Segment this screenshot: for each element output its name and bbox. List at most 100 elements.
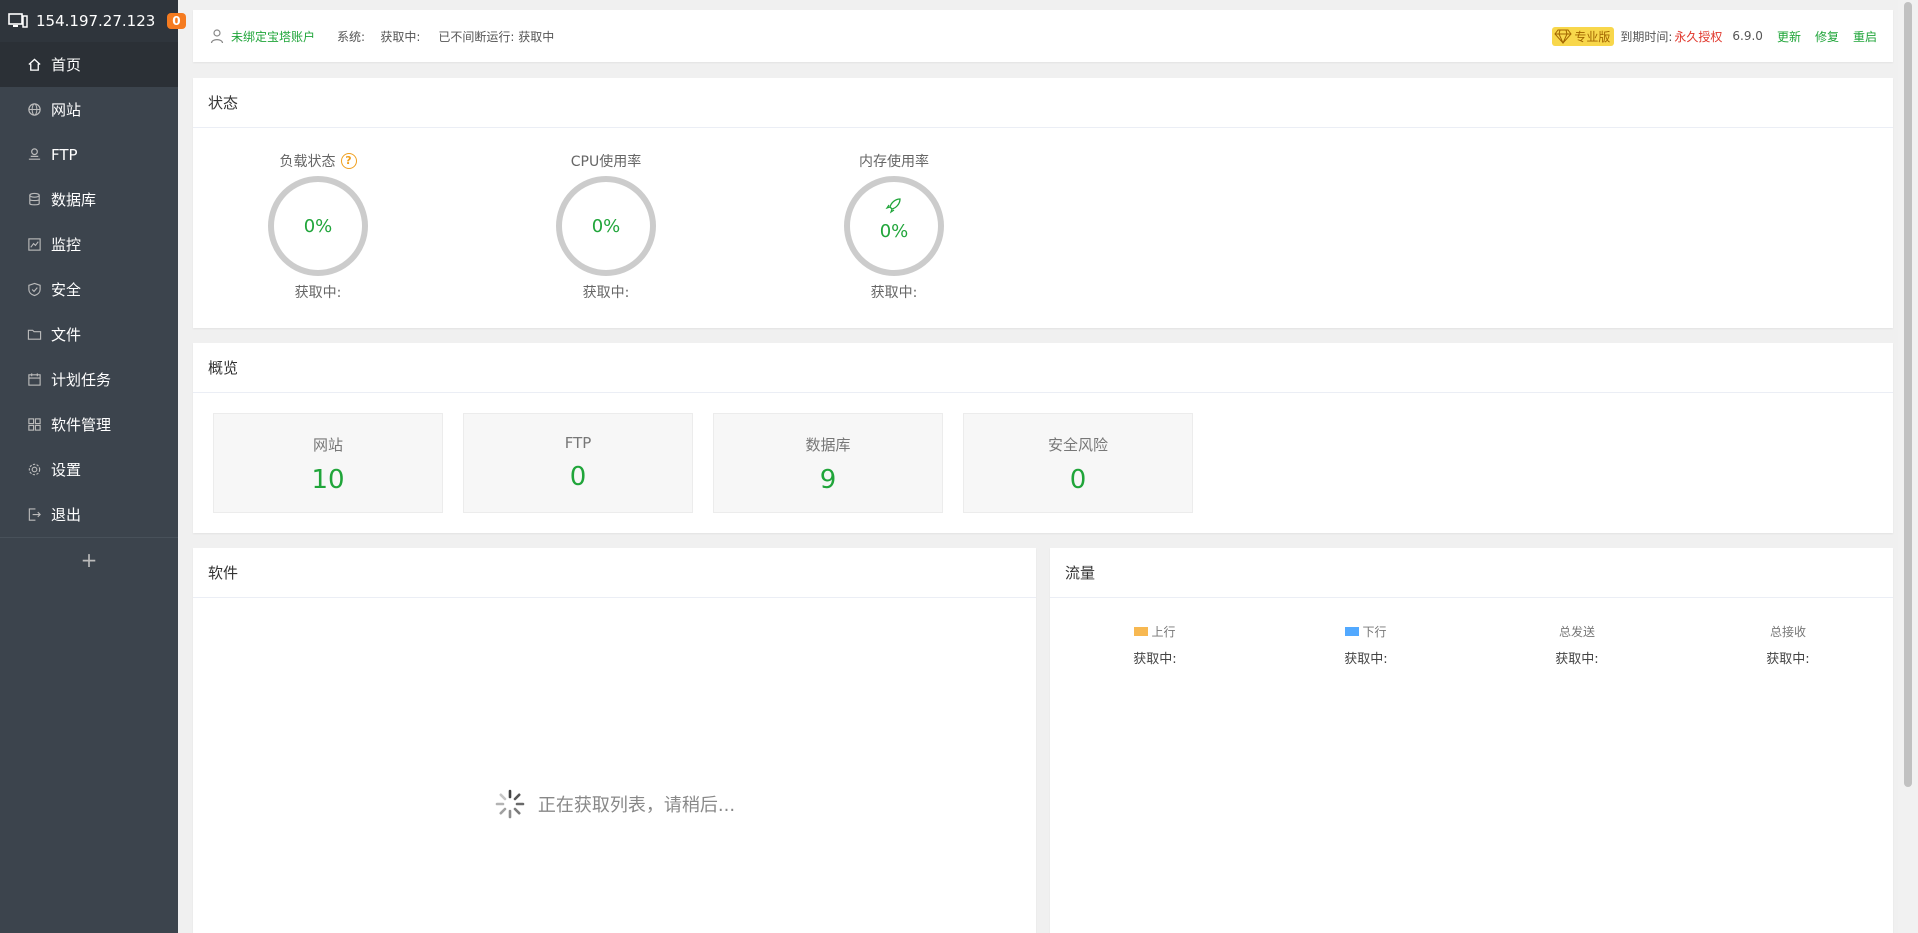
sidebar-item-logout[interactable]: 退出 bbox=[0, 492, 178, 537]
folder-icon bbox=[26, 327, 42, 343]
upload-value: 获取中: bbox=[1133, 652, 1177, 667]
card-value: 0 bbox=[569, 462, 587, 492]
gear-icon bbox=[26, 462, 42, 478]
cpu-ring: 0% bbox=[556, 176, 656, 276]
traffic-panel: 流量 上行 获取中: 下行 获取中: 总发送 获取中: 总接收 获取中: bbox=[1050, 548, 1893, 933]
load-label: 负载状态 bbox=[279, 154, 336, 170]
sidebar: 154.197.27.123 0 首页 网站 FTP 数据库 监控 安全 文件 … bbox=[0, 0, 186, 933]
traffic-title: 流量 bbox=[1050, 548, 1893, 598]
sidebar-item-label: 安全 bbox=[51, 281, 82, 299]
sidebar-item-label: 退出 bbox=[51, 506, 82, 524]
calendar-icon bbox=[26, 372, 42, 388]
card-label: 数据库 bbox=[805, 436, 851, 454]
sidebar-item-label: 软件管理 bbox=[51, 416, 112, 434]
pro-badge: 专业版 bbox=[1552, 26, 1615, 46]
card-label: 安全风险 bbox=[1047, 436, 1108, 454]
upload-swatch bbox=[1134, 627, 1149, 636]
sidebar-item-website[interactable]: 网站 bbox=[0, 87, 178, 132]
card-value: 10 bbox=[311, 465, 345, 495]
memory-ring: 0% bbox=[844, 176, 944, 276]
sidebar-item-label: 数据库 bbox=[51, 191, 97, 209]
sidebar-item-files[interactable]: 文件 bbox=[0, 312, 178, 357]
overview-card-security-risk[interactable]: 安全风险 0 bbox=[963, 413, 1193, 513]
apps-icon bbox=[26, 417, 42, 433]
sidebar-item-ftp[interactable]: FTP bbox=[0, 132, 178, 177]
traffic-total-received: 总接收 获取中: bbox=[1723, 623, 1853, 667]
top-info-bar: 未绑定宝塔账户 系统: 获取中: 已不间断运行: 获取中 专业版 到期时间: 永… bbox=[193, 10, 1893, 62]
cpu-gauge[interactable]: CPU使用率 0% 获取中: bbox=[526, 150, 686, 302]
sidebar-item-database[interactable]: 数据库 bbox=[0, 177, 178, 222]
load-gauge[interactable]: 负载状态 ? 0% 获取中: bbox=[238, 150, 398, 302]
scrollbar-thumb[interactable] bbox=[1904, 2, 1912, 787]
pro-label: 专业版 bbox=[1574, 29, 1611, 44]
gauge-label: 内存使用率 bbox=[859, 154, 929, 170]
loading-text: 正在获取列表，请稍后... bbox=[537, 795, 736, 816]
total-sent-label: 总发送 bbox=[1558, 625, 1595, 639]
total-received-label: 总接收 bbox=[1769, 625, 1806, 639]
sidebar-item-label: 首页 bbox=[51, 56, 82, 74]
memory-gauge[interactable]: 内存使用率 0% 获取中: bbox=[814, 150, 974, 302]
sidebar-item-label: 网站 bbox=[51, 101, 82, 119]
total-received-value: 获取中: bbox=[1766, 652, 1810, 667]
cpu-value: 0% bbox=[591, 215, 621, 237]
card-value: 9 bbox=[819, 465, 837, 495]
gauge-label: 负载状态 ? bbox=[238, 150, 398, 172]
traffic-header: 下行 bbox=[1301, 623, 1431, 640]
traffic-upload: 上行 获取中: bbox=[1090, 623, 1220, 667]
monitor-server-icon bbox=[8, 13, 28, 29]
database-icon bbox=[26, 192, 42, 208]
ftp-icon bbox=[26, 147, 42, 163]
card-label: FTP bbox=[564, 434, 592, 452]
sidebar-item-settings[interactable]: 设置 bbox=[0, 447, 178, 492]
card-label: 网站 bbox=[312, 436, 343, 454]
uptime-label: 已不间断运行: 获取中 bbox=[438, 29, 555, 44]
monitor-icon bbox=[26, 237, 42, 253]
traffic-header: 上行 bbox=[1090, 623, 1220, 640]
status-panel: 状态 负载状态 ? 0% 获取中: CPU使用率 0% 获取中: 内存使用率 0… bbox=[193, 78, 1893, 328]
download-swatch bbox=[1345, 627, 1360, 636]
diamond-icon bbox=[1554, 29, 1572, 44]
status-title: 状态 bbox=[193, 78, 1893, 128]
sidebar-item-home[interactable]: 首页 bbox=[0, 42, 178, 87]
rocket-icon[interactable] bbox=[885, 196, 903, 214]
overview-card-ftp[interactable]: FTP 0 bbox=[463, 413, 693, 513]
spinner-icon bbox=[495, 789, 525, 819]
add-menu-button[interactable]: + bbox=[0, 537, 178, 582]
sidebar-item-label: 文件 bbox=[51, 326, 82, 344]
overview-card-database[interactable]: 数据库 9 bbox=[713, 413, 943, 513]
card-value: 0 bbox=[1069, 465, 1087, 495]
sidebar-item-label: 计划任务 bbox=[51, 371, 112, 389]
total-sent-value: 获取中: bbox=[1555, 652, 1599, 667]
server-header: 154.197.27.123 0 bbox=[0, 0, 186, 42]
memory-value: 0% bbox=[879, 220, 909, 242]
upload-label: 上行 bbox=[1151, 625, 1176, 639]
globe-icon bbox=[26, 102, 42, 118]
loading-indicator: 正在获取列表，请稍后... bbox=[193, 788, 1036, 820]
overview-card-website[interactable]: 网站 10 bbox=[213, 413, 443, 513]
sidebar-item-monitor[interactable]: 监控 bbox=[0, 222, 178, 267]
main-content: 未绑定宝塔账户 系统: 获取中: 已不间断运行: 获取中 专业版 到期时间: 永… bbox=[178, 0, 1898, 933]
traffic-total-sent: 总发送 获取中: bbox=[1512, 623, 1642, 667]
help-icon[interactable]: ? bbox=[340, 153, 357, 169]
restart-button[interactable]: 重启 bbox=[1853, 28, 1877, 45]
system-label: 系统: 获取中: bbox=[337, 28, 420, 45]
update-button[interactable]: 更新 bbox=[1777, 28, 1801, 45]
software-panel: 软件 正在获取列表，请稍后... bbox=[193, 548, 1036, 933]
gauge-label: CPU使用率 bbox=[570, 154, 642, 170]
user-icon bbox=[209, 28, 225, 44]
sidebar-item-label: 监控 bbox=[51, 236, 82, 254]
sidebar-item-cron[interactable]: 计划任务 bbox=[0, 357, 178, 402]
overview-panel: 概览 网站 10 FTP 0 数据库 9 安全风险 0 bbox=[193, 343, 1893, 533]
bind-account-link[interactable]: 未绑定宝塔账户 bbox=[231, 28, 315, 45]
sidebar-item-software[interactable]: 软件管理 bbox=[0, 402, 178, 447]
software-title: 软件 bbox=[193, 548, 1036, 598]
load-value: 0% bbox=[303, 215, 333, 237]
server-ip: 154.197.27.123 bbox=[36, 12, 156, 30]
repair-button[interactable]: 修复 bbox=[1815, 28, 1839, 45]
expire-value: 永久授权 bbox=[1674, 29, 1723, 44]
page-scrollbar[interactable] bbox=[1898, 0, 1918, 933]
traffic-download: 下行 获取中: bbox=[1301, 623, 1431, 667]
load-ring: 0% bbox=[268, 176, 368, 276]
home-icon bbox=[26, 57, 42, 73]
sidebar-item-security[interactable]: 安全 bbox=[0, 267, 178, 312]
